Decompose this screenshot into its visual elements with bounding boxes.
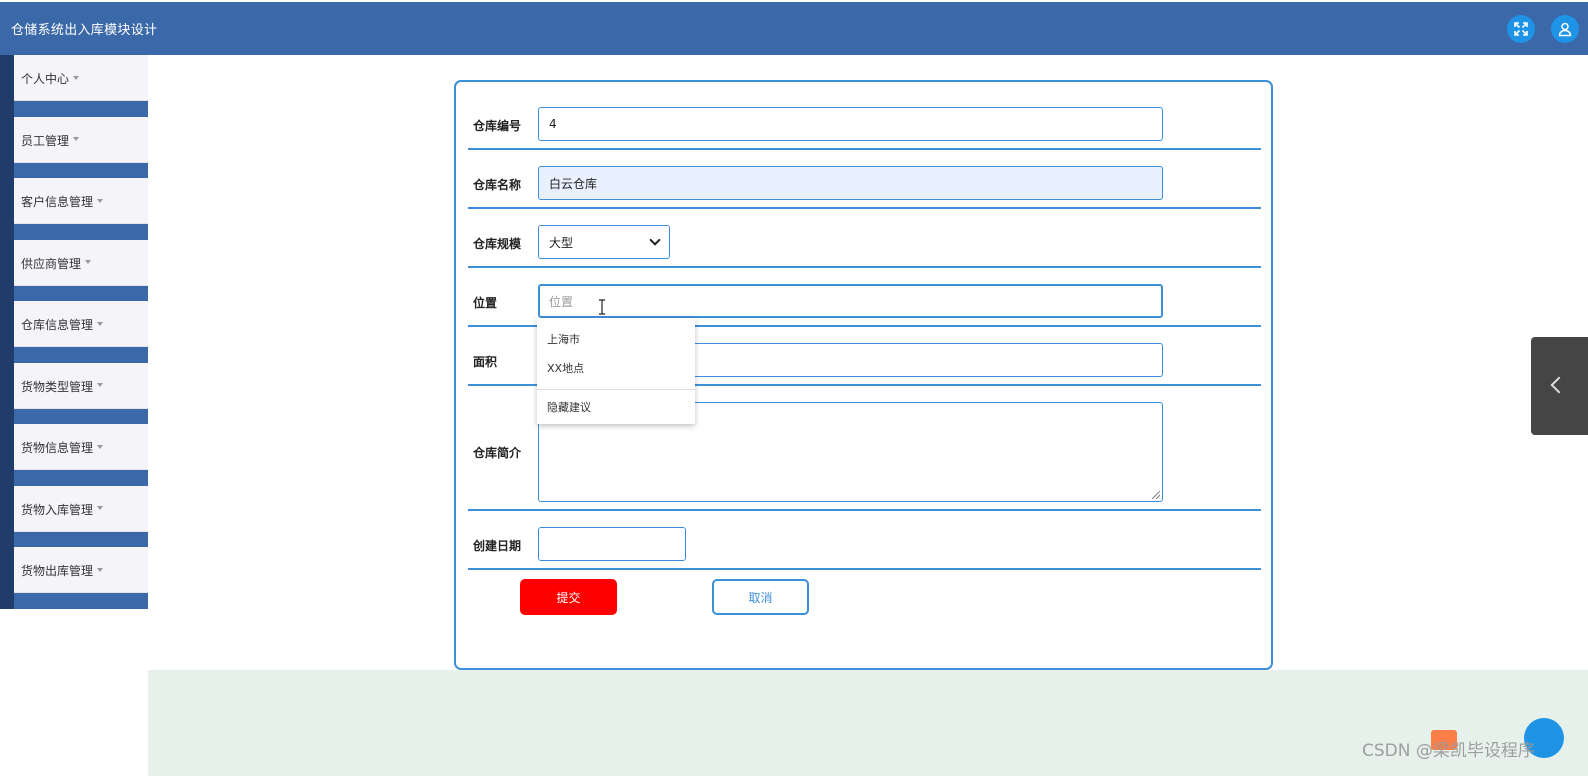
sidebar-item-label: 客户信息管理	[21, 195, 94, 209]
sidebar-item-customers[interactable]: 客户信息管理	[0, 178, 148, 240]
form-row-warehouse-no: 仓库编号 4	[468, 82, 1261, 150]
chevron-left-icon	[1550, 376, 1568, 394]
submit-button[interactable]: 提交	[520, 579, 617, 615]
watermark-text: CSDN @梁凯毕设程序	[1362, 741, 1535, 761]
top-header: 仓储系统出入库模块设计	[0, 2, 1588, 55]
form-row-warehouse-name: 仓库名称 白云仓库	[468, 150, 1261, 209]
sidebar-item-label: 货物入库管理	[21, 502, 94, 517]
chevron-down-icon	[649, 234, 661, 246]
location-label: 位置	[473, 296, 498, 310]
form-row-warehouse-scale: 仓库规模 大型	[468, 209, 1261, 268]
sidebar-item-label: 供应商管理	[21, 256, 82, 271]
created-date-label: 创建日期	[473, 539, 522, 553]
sidebar-item-label: 员工管理	[21, 133, 70, 148]
autocomplete-option[interactable]: XX地点	[547, 360, 584, 376]
caret-down-icon	[97, 321, 104, 326]
sidebar-item-label: 货物类型管理	[21, 379, 94, 394]
warehouse-name-label: 仓库名称	[473, 178, 522, 192]
caret-down-icon	[85, 260, 92, 264]
sidebar-item-goods-inbound[interactable]: 货物入库管理	[0, 485, 148, 547]
caret-down-icon	[97, 383, 104, 387]
sidebar-item-goods-info[interactable]: 货物信息管理	[0, 424, 148, 486]
created-date-input[interactable]	[538, 527, 686, 561]
sidebar: 个人中心 员工管理 客户信息管理 供应商管理 仓库信息管理 货物类型管理 货物信…	[0, 55, 148, 609]
caret-down-icon	[97, 444, 104, 449]
caret-down-icon	[97, 506, 104, 510]
expand-icon[interactable]	[1507, 15, 1535, 43]
sidebar-item-suppliers[interactable]: 供应商管理	[0, 239, 148, 301]
autocomplete-popup: 上海市 XX地点 隐藏建议	[537, 318, 695, 424]
sidebar-item-staff[interactable]: 员工管理	[0, 116, 148, 178]
caret-down-icon	[97, 198, 104, 203]
sidebar-item-goods-outbound[interactable]: 货物出库管理	[0, 547, 148, 609]
sidebar-item-label: 货物信息管理	[21, 441, 94, 455]
app-title: 仓储系统出入库模块设计	[11, 23, 158, 38]
user-icon[interactable]	[1551, 15, 1579, 43]
sidebar-item-label: 货物出库管理	[21, 564, 94, 578]
form-row-created-date: 创建日期	[468, 511, 1261, 570]
area-label: 面积	[473, 355, 498, 369]
hide-suggestions-option[interactable]: 隐藏建议	[547, 399, 591, 415]
warehouse-scale-select[interactable]: 大型	[538, 225, 670, 259]
caret-down-icon	[73, 137, 80, 141]
caret-down-icon	[97, 567, 104, 572]
warehouse-scale-value: 大型	[549, 235, 574, 250]
sidebar-item-goods-types[interactable]: 货物类型管理	[0, 362, 148, 424]
autocomplete-option[interactable]: 上海市	[547, 331, 580, 347]
caret-down-icon	[73, 75, 80, 80]
cancel-button[interactable]: 取消	[712, 579, 809, 615]
warehouse-name-input[interactable]: 白云仓库	[538, 166, 1163, 200]
warehouse-no-input[interactable]: 4	[538, 107, 1163, 141]
resize-grip-icon[interactable]	[1152, 491, 1160, 499]
warehouse-scale-label: 仓库规模	[473, 237, 522, 251]
collapse-panel-tab[interactable]	[1531, 337, 1588, 435]
sidebar-item-personal-center[interactable]: 个人中心	[0, 55, 148, 117]
warehouse-no-label: 仓库编号	[473, 119, 522, 133]
divider	[537, 389, 695, 390]
sidebar-item-label: 个人中心	[21, 72, 70, 86]
text-cursor-icon	[599, 299, 605, 315]
sidebar-item-warehouses[interactable]: 仓库信息管理	[0, 301, 148, 363]
intro-label: 仓库简介	[473, 446, 522, 460]
location-input[interactable]: 位置	[538, 284, 1163, 318]
sidebar-item-label: 仓库信息管理	[21, 318, 94, 332]
